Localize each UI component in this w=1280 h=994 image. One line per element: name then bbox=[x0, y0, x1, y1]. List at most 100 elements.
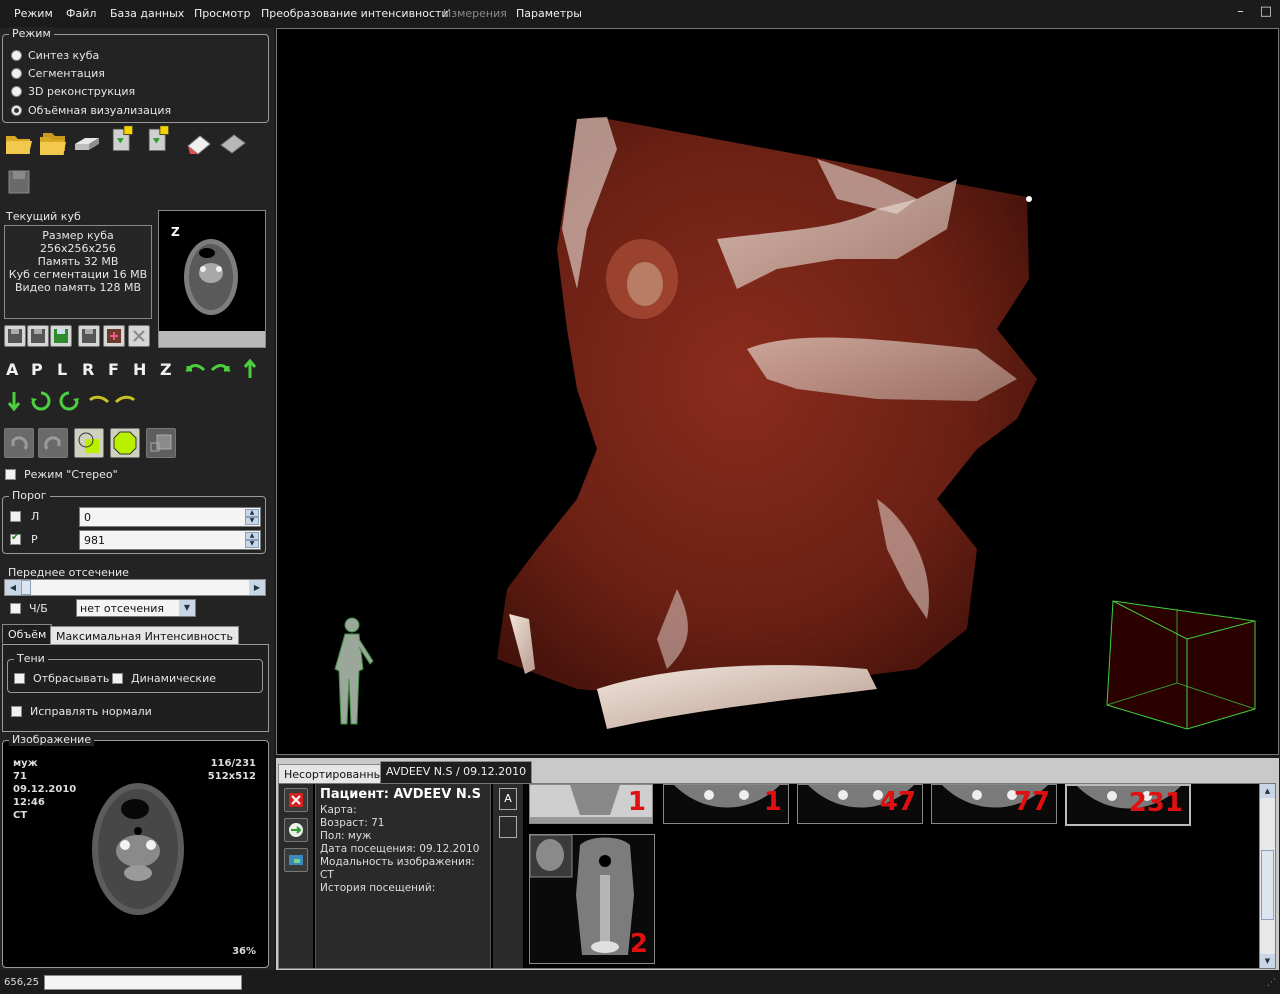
series-thumb-4[interactable]: 77 bbox=[931, 784, 1057, 824]
patient-age: Возраст: 71 bbox=[320, 817, 385, 829]
current-cube-title: Текущий куб bbox=[6, 210, 81, 223]
save-as-button[interactable] bbox=[78, 325, 100, 347]
mode-option-segmentation[interactable]: Сегментация bbox=[11, 65, 105, 81]
view-posterior-button[interactable]: P bbox=[31, 360, 43, 379]
close-cube-button[interactable] bbox=[128, 325, 150, 347]
scroll-up-icon[interactable]: ▲ bbox=[1260, 784, 1275, 798]
view-foot-button[interactable]: F bbox=[108, 360, 119, 379]
menu-parameters[interactable]: Параметры bbox=[516, 7, 582, 20]
spin-up-icon[interactable]: ▲ bbox=[245, 509, 259, 517]
tilt-left-icon[interactable] bbox=[86, 392, 110, 408]
export-button[interactable] bbox=[103, 325, 125, 347]
mode-option-cube-synthesis[interactable]: Синтез куба bbox=[11, 47, 99, 63]
thumbnails-scrollbar[interactable]: ▲ ▼ bbox=[1259, 784, 1275, 968]
rotate-left-arrow-icon[interactable] bbox=[184, 362, 206, 378]
recycle-bin-add-icon[interactable] bbox=[144, 124, 174, 154]
tab-patient-study[interactable]: AVDEEV N.S / 09.12.2010 bbox=[380, 761, 533, 783]
recycle-bin-icon[interactable] bbox=[108, 124, 138, 154]
radio-icon-selected[interactable] bbox=[11, 104, 22, 116]
arrow-down-icon[interactable] bbox=[6, 390, 22, 412]
chevron-down-icon[interactable]: ▼ bbox=[179, 600, 195, 616]
delete-study-button[interactable] bbox=[284, 788, 308, 812]
load-study-button[interactable] bbox=[284, 818, 308, 842]
view-left-button[interactable]: L bbox=[57, 360, 67, 379]
rotate-ccw-icon[interactable] bbox=[58, 390, 80, 412]
scroll-right-icon[interactable]: ▶ bbox=[249, 580, 265, 595]
open-folders-icon[interactable] bbox=[38, 128, 68, 158]
stereo-mode-toggle[interactable]: Режим "Стерео" bbox=[5, 468, 118, 481]
eraser-icon[interactable] bbox=[184, 128, 214, 158]
spin-up-icon[interactable]: ▲ bbox=[245, 532, 259, 540]
series-thumb-2[interactable]: 1 bbox=[663, 784, 789, 824]
view-head-button[interactable]: H bbox=[133, 360, 146, 379]
bw-checkbox[interactable] bbox=[10, 603, 21, 614]
polygon-tool-button[interactable] bbox=[74, 428, 104, 458]
front-clip-scrollbar[interactable]: ◀ ▶ bbox=[4, 579, 266, 596]
undo-button[interactable] bbox=[4, 428, 34, 458]
scroll-down-icon[interactable]: ▼ bbox=[1260, 954, 1275, 968]
threshold-low-checkbox[interactable] bbox=[10, 511, 21, 522]
threshold-high-checkbox[interactable] bbox=[10, 532, 21, 545]
series-thumb-5-selected[interactable]: 231 bbox=[1065, 784, 1191, 826]
save-disk-disabled-icon[interactable] bbox=[4, 166, 34, 196]
fix-normals-checkbox[interactable] bbox=[11, 706, 22, 717]
radio-icon[interactable] bbox=[11, 49, 22, 61]
tab-max-intensity[interactable]: Максимальная Интенсивность bbox=[50, 626, 239, 646]
menu-file[interactable]: Файл bbox=[66, 7, 96, 20]
view-z-button[interactable]: Z bbox=[160, 360, 172, 379]
bw-toggle[interactable]: Ч/Б bbox=[10, 602, 48, 615]
scroll-thumb[interactable] bbox=[1261, 850, 1274, 920]
view-anterior-button[interactable]: A bbox=[6, 360, 18, 379]
export-study-button[interactable] bbox=[284, 848, 308, 872]
arrow-up-icon[interactable] bbox=[242, 358, 258, 380]
maximize-button[interactable]: □ bbox=[1260, 4, 1272, 19]
save-button-1[interactable] bbox=[4, 325, 26, 347]
mode-option-3d-reconstruction[interactable]: 3D реконструкция bbox=[11, 83, 135, 99]
scroll-thumb[interactable] bbox=[21, 580, 31, 595]
view-right-button[interactable]: R bbox=[82, 360, 94, 379]
radio-icon[interactable] bbox=[11, 67, 22, 79]
threshold-high-input[interactable]: 981 ▲ ▼ bbox=[79, 530, 261, 550]
rect-tool-button[interactable] bbox=[146, 428, 176, 458]
open-folder-icon[interactable] bbox=[4, 128, 34, 158]
scanner-icon[interactable] bbox=[72, 128, 102, 158]
cast-shadows-checkbox[interactable] bbox=[14, 673, 25, 684]
tab-unsorted[interactable]: Несортированные bbox=[278, 764, 396, 784]
dynamic-shadows-toggle[interactable]: Динамические bbox=[112, 672, 216, 685]
overlay-modality: CT bbox=[13, 810, 28, 821]
save-green-button[interactable] bbox=[50, 325, 72, 347]
spin-down-icon[interactable]: ▼ bbox=[245, 540, 259, 548]
tab-volume[interactable]: Объём bbox=[2, 624, 53, 644]
save-button-2[interactable] bbox=[27, 325, 49, 347]
dynamic-shadows-checkbox[interactable] bbox=[112, 673, 123, 684]
series-thumb-6[interactable]: 2 bbox=[529, 834, 655, 964]
scroll-left-icon[interactable]: ◀ bbox=[5, 580, 21, 595]
rotate-cw-icon[interactable] bbox=[30, 390, 52, 412]
overlay-age: 71 bbox=[13, 771, 27, 782]
radio-icon[interactable] bbox=[11, 85, 22, 97]
volume-render-viewport[interactable] bbox=[276, 28, 1279, 755]
cast-shadows-toggle[interactable]: Отбрасывать bbox=[14, 672, 109, 685]
threshold-low-input[interactable]: 0 ▲ ▼ bbox=[79, 507, 261, 527]
stereo-checkbox[interactable] bbox=[5, 469, 16, 480]
redo-button[interactable] bbox=[38, 428, 68, 458]
resize-grip-icon[interactable]: ⋰ bbox=[1267, 978, 1276, 988]
rotate-right-arrow-icon[interactable] bbox=[210, 362, 232, 378]
menu-measurements[interactable]: Измерения bbox=[443, 7, 507, 20]
octagon-tool-button[interactable] bbox=[110, 428, 140, 458]
menu-view[interactable]: Просмотр bbox=[194, 7, 250, 20]
spin-down-icon[interactable]: ▼ bbox=[245, 517, 259, 525]
eraser-gray-icon[interactable] bbox=[218, 128, 248, 158]
fix-normals-toggle[interactable]: Исправлять нормали bbox=[11, 705, 152, 718]
tilt-right-icon[interactable] bbox=[114, 392, 138, 408]
series-thumb-3[interactable]: 47 bbox=[797, 784, 923, 824]
menu-database[interactable]: База данных bbox=[110, 7, 184, 20]
minimize-button[interactable]: – bbox=[1237, 4, 1244, 19]
mode-option-volume-render[interactable]: Объёмная визуализация bbox=[11, 102, 171, 118]
view-axial-button[interactable]: A bbox=[499, 788, 517, 810]
menu-mode[interactable]: Режим bbox=[14, 7, 53, 20]
view-other-button[interactable] bbox=[499, 816, 517, 838]
clip-mode-select[interactable]: нет отсечения ▼ bbox=[76, 599, 196, 617]
menu-intensity-transform[interactable]: Преобразование интенсивности bbox=[261, 7, 449, 20]
series-thumb-1[interactable]: 1 bbox=[529, 784, 653, 824]
